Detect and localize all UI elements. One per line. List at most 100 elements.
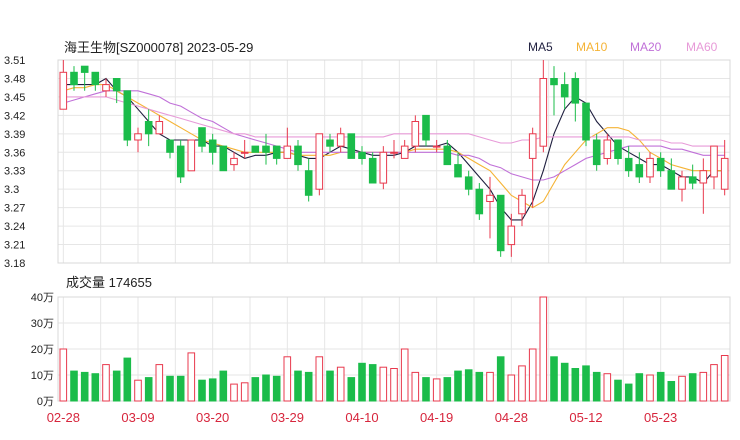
candle — [518, 189, 526, 227]
candle-body — [475, 188, 484, 215]
volume-bar — [198, 379, 206, 402]
candle — [422, 114, 430, 147]
volume-bar — [400, 348, 409, 402]
price-tick-label: 3.39 — [4, 129, 25, 141]
candle-body — [251, 145, 260, 153]
candle-body — [667, 170, 676, 190]
volume-bar — [710, 364, 718, 402]
volume-bar — [272, 375, 281, 402]
volume-bar — [667, 381, 676, 402]
candle — [592, 133, 601, 171]
volume-bar — [614, 379, 622, 402]
volume-bar — [70, 370, 78, 402]
candle — [315, 133, 324, 196]
candle-body — [710, 145, 718, 178]
volume-bar — [539, 296, 548, 402]
volume-bar — [326, 370, 334, 402]
legend-ma20: MA20 — [630, 40, 662, 54]
candle — [582, 102, 590, 147]
candle-body — [262, 145, 270, 153]
candle — [272, 145, 281, 165]
date-tick-label: 03-09 — [121, 410, 154, 425]
volume-bar — [368, 364, 377, 402]
candle — [550, 66, 558, 116]
candle — [208, 133, 217, 165]
date-tick-label: 04-10 — [345, 410, 378, 425]
candle — [70, 66, 78, 91]
volume-bar — [656, 371, 665, 402]
volume-bar — [358, 362, 366, 402]
volume-bar — [347, 377, 356, 402]
legend-ma60: MA60 — [686, 40, 718, 54]
candle-body — [230, 157, 238, 166]
candle — [219, 145, 228, 172]
price-tick-label: 3.3 — [4, 184, 19, 196]
candle-body — [422, 114, 430, 141]
volume-bar — [251, 377, 260, 402]
candle — [539, 60, 548, 153]
price-tick-label: 3.45 — [4, 92, 25, 104]
candle-body — [144, 121, 153, 135]
candle — [347, 133, 356, 159]
volume-axis: 40万 30万 20万 10万 0万 — [31, 292, 54, 408]
candle — [134, 127, 142, 153]
candle — [688, 164, 697, 190]
candle-body — [283, 145, 292, 159]
volume-bar — [518, 365, 526, 402]
candle-body — [486, 194, 494, 203]
volume-bar — [603, 373, 612, 402]
volume-bar — [646, 374, 654, 402]
candle-body — [571, 78, 580, 104]
volume-bar — [422, 377, 430, 402]
volume-bar — [475, 371, 484, 402]
volume-bar — [59, 348, 68, 402]
candle-body — [155, 121, 164, 135]
volume-bar — [592, 371, 601, 402]
volume-bar — [379, 366, 388, 402]
volume-bar — [240, 382, 249, 402]
candle — [198, 127, 206, 153]
volume-bar — [678, 375, 686, 402]
legend-ma5: MA5 — [528, 40, 553, 54]
volume-bar — [486, 371, 494, 402]
candle-body — [59, 71, 68, 110]
legend-ma10: MA10 — [576, 40, 608, 54]
candle — [571, 72, 580, 122]
candle-body — [614, 139, 622, 159]
candle-body — [635, 164, 644, 178]
volume-bar — [443, 377, 452, 402]
candle — [262, 133, 270, 165]
candle-body — [304, 170, 313, 196]
volume-bar — [454, 370, 462, 402]
candle-body — [315, 133, 324, 190]
date-tick-label: 05-23 — [644, 410, 677, 425]
candle-body — [368, 157, 377, 184]
volume-bar — [91, 373, 100, 402]
price-tick-label: 3.18 — [4, 258, 25, 270]
volume-bar — [582, 365, 590, 402]
price-tick-label: 3.51 — [4, 55, 25, 67]
candle — [710, 145, 718, 190]
volume-bar — [507, 374, 516, 402]
price-tick-label: 3.33 — [4, 166, 25, 178]
volume-bar — [635, 373, 644, 402]
candle-body — [70, 71, 78, 86]
candle — [454, 152, 462, 178]
date-tick-label: 05-12 — [569, 410, 602, 425]
volume-bar — [336, 366, 345, 402]
candle-body — [379, 151, 388, 184]
volume-bar — [464, 369, 473, 402]
volume-bar — [155, 364, 164, 402]
candle — [294, 139, 302, 171]
candle-body — [294, 145, 302, 166]
candle-body — [176, 145, 185, 178]
candle-body — [464, 176, 473, 190]
date-tick-label: 02-28 — [47, 410, 80, 425]
candle — [720, 139, 729, 196]
candle — [475, 183, 484, 220]
date-tick-label: 03-29 — [271, 410, 304, 425]
volume-tick-label: 30万 — [31, 318, 54, 330]
candle-body — [166, 139, 174, 153]
volume-bar — [624, 383, 633, 402]
candle — [123, 90, 132, 147]
